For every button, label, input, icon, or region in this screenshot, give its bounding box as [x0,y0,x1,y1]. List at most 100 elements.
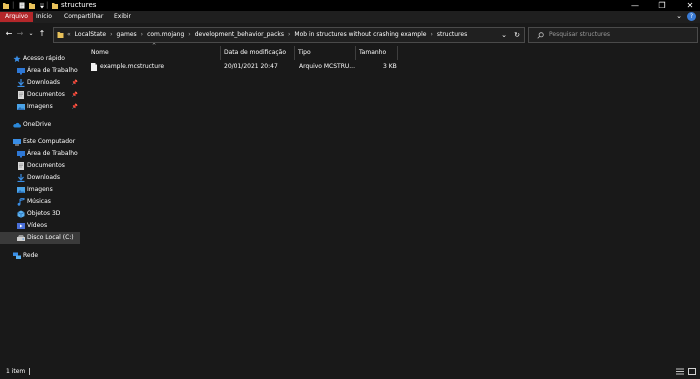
breadcrumb-item[interactable]: Mob in structures without crashing examp… [294,28,426,42]
recent-locations-button[interactable]: ⌄ [26,28,36,39]
column-divider[interactable] [294,46,295,60]
sidebar-item-local-disk[interactable]: Disco Local (C:) [0,232,80,244]
videos-icon [17,223,25,229]
download-icon [17,79,25,87]
sidebar-item-pc-music[interactable]: Músicas [14,196,84,208]
chevron-right-icon[interactable]: › [141,28,143,42]
sidebar-item-label: Área de Trabalho [27,150,78,157]
status-divider [29,368,30,375]
sidebar-item-label: Imagens [27,186,53,193]
breadcrumb-overflow-icon[interactable]: « [67,28,71,42]
sidebar-item-label: Downloads [27,174,60,181]
sidebar-item-network[interactable]: Rede [10,250,80,262]
table-row[interactable]: example.mcstructure 20/01/2021 20:47 Arq… [87,61,487,73]
column-header-modified[interactable]: Data de modificação [224,47,286,59]
sidebar-item-label: Documentos [27,91,65,98]
tab-inicio[interactable]: Início [30,12,58,22]
navigation-pane: Acesso rápido Área de Trabalho Downloads… [0,44,80,366]
address-bar[interactable]: « LocalState › games › com.mojang › development… [53,27,525,43]
pictures-icon [17,187,25,193]
sidebar-item-pc-videos[interactable]: Vídeos [14,220,84,232]
breadcrumb-item[interactable]: games [117,28,137,42]
sidebar-item-downloads[interactable]: Downloads 📌 [14,77,80,89]
help-icon[interactable]: ? [687,12,696,21]
address-dropdown-icon[interactable]: ⌄ [501,28,507,42]
back-button[interactable]: ← [4,28,14,39]
large-icons-view-icon[interactable] [688,368,696,375]
sidebar-item-pc-3d-objects[interactable]: Objetos 3D [14,208,84,220]
expand-ribbon-icon[interactable]: ⌄ [676,12,682,20]
drive-icon [17,235,25,241]
close-button[interactable]: ✕ [683,1,697,10]
network-icon [13,252,21,259]
sidebar-item-onedrive[interactable]: OneDrive [10,119,80,131]
new-folder-icon[interactable] [29,2,35,9]
chevron-right-icon[interactable]: › [188,28,190,42]
file-list: ^ Nome Data de modificação Tipo Tamanho … [80,43,700,366]
search-input[interactable]: Pesquisar structures [549,28,610,42]
sidebar-item-label: Este Computador [23,138,76,145]
breadcrumb-item[interactable]: LocalState [75,28,106,42]
column-divider[interactable] [355,46,356,60]
music-icon [17,198,25,206]
minimize-button[interactable]: — [628,1,642,10]
sidebar-item-label: Área de Trabalho [27,67,78,74]
sidebar-item-label: Disco Local (C:) [27,234,74,241]
chevron-right-icon[interactable]: › [110,28,112,42]
pin-icon: 📌 [71,104,78,110]
sidebar-item-label: Rede [23,252,39,259]
ribbon: Arquivo Início Compartilhar Exibir ⌄ ? [0,11,700,23]
status-bar: 1 item [0,366,700,377]
sort-ascending-icon: ^ [152,43,157,49]
sidebar-item-pc-desktop[interactable]: Área de Trabalho [14,148,84,160]
item-count: 1 item [6,368,26,375]
pin-icon: 📌 [71,92,78,98]
sidebar-item-pictures[interactable]: Imagens 📌 [14,101,80,113]
chevron-right-icon[interactable]: › [430,28,432,42]
sidebar-item-this-pc[interactable]: Este Computador [10,136,80,148]
column-divider[interactable] [220,46,221,60]
sidebar-item-pc-downloads[interactable]: Downloads [14,172,84,184]
sidebar-item-desktop[interactable]: Área de Trabalho [14,65,84,77]
title-separator: | [46,1,49,9]
search-box[interactable]: Pesquisar structures [528,27,698,43]
documents-icon [18,162,24,170]
navigation-bar: ← → ⌄ ↑ « LocalState › games › com.mojang › dev… [0,23,700,44]
objects3d-icon [17,210,25,218]
sidebar-item-label: OneDrive [23,121,52,128]
download-icon [17,174,25,182]
tab-compartilhar[interactable]: Compartilhar [58,12,109,22]
file-modified: 20/01/2021 20:47 [224,63,278,70]
tab-arquivo[interactable]: Arquivo [0,12,33,22]
column-header-size[interactable]: Tamanho [359,47,386,59]
properties-icon[interactable] [19,2,25,9]
sidebar-item-label: Documentos [27,162,65,169]
details-view-icon[interactable] [676,368,684,375]
tab-exibir[interactable]: Exibir [108,12,137,22]
title-bar: | | structures — ❐ ✕ [0,0,700,11]
qat-customize-icon[interactable] [39,2,45,9]
sidebar-item-pc-pictures[interactable]: Imagens [14,184,84,196]
sidebar-item-quick-access[interactable]: Acesso rápido [10,53,80,65]
breadcrumb-item[interactable]: structures [437,28,467,42]
forward-button[interactable]: → [15,28,25,39]
file-icon [91,63,97,71]
sidebar-item-documents[interactable]: Documentos 📌 [14,89,80,101]
sidebar-item-pc-documents[interactable]: Documentos [14,160,84,172]
pin-icon: 📌 [71,80,78,86]
chevron-right-icon[interactable]: › [288,28,290,42]
folder-icon [3,3,9,9]
search-icon [537,32,544,39]
breadcrumb-item[interactable]: com.mojang [147,28,184,42]
up-button[interactable]: ↑ [37,28,47,39]
refresh-icon[interactable]: ↻ [514,28,520,42]
maximize-button[interactable]: ❐ [655,1,669,10]
column-header-name[interactable]: Nome [91,47,109,59]
pictures-icon [17,104,25,110]
column-header-type[interactable]: Tipo [298,47,311,59]
sidebar-item-label: Objetos 3D [27,210,61,217]
folder-icon [52,3,58,9]
column-divider[interactable] [397,46,398,60]
sidebar-item-label: Downloads [27,79,60,86]
breadcrumb-item[interactable]: development_behavior_packs [195,28,284,42]
